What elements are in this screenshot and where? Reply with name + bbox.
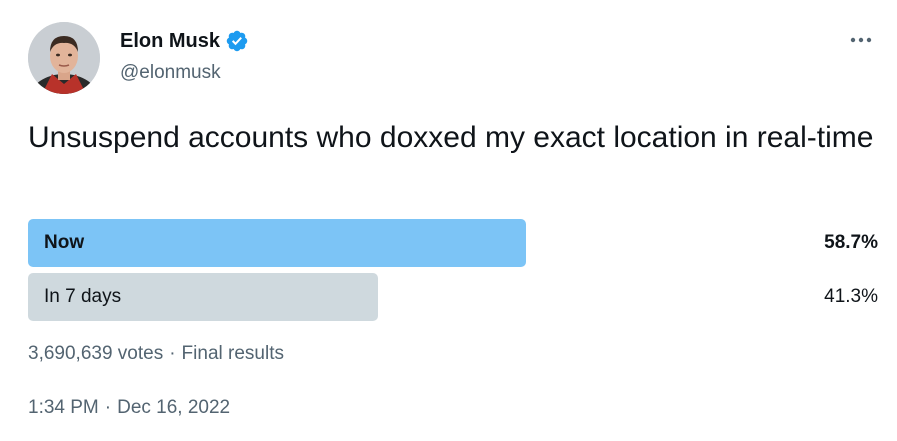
tweet-text: Unsuspend accounts who doxxed my exact l… xyxy=(28,121,874,154)
poll-option-percent: 58.7% xyxy=(824,232,878,253)
more-options-icon[interactable] xyxy=(847,30,875,50)
poll-option-label: Now xyxy=(44,232,85,253)
poll-meta: 3,690,639 votes · Final results xyxy=(28,340,284,368)
poll-option-in-7-days: In 7 days 41.3% xyxy=(28,273,878,321)
poll-votes: 3,690,639 votes xyxy=(28,343,164,364)
timestamp-time: 1:34 PM xyxy=(28,397,99,418)
verified-badge-icon xyxy=(225,29,249,53)
avatar-photo xyxy=(28,22,100,94)
poll-meta-separator: · xyxy=(169,343,176,364)
display-name[interactable]: Elon Musk xyxy=(120,28,220,54)
poll-bar-now xyxy=(28,219,526,267)
poll-status: Final results xyxy=(181,343,284,364)
name-row: Elon Musk xyxy=(120,28,249,54)
poll-option-now: Now 58.7% xyxy=(28,219,878,267)
poll-option-percent: 41.3% xyxy=(824,286,878,307)
timestamp[interactable]: 1:34 PM · Dec 16, 2022 xyxy=(28,394,230,422)
timestamp-separator: · xyxy=(104,397,112,418)
poll-option-label: In 7 days xyxy=(44,286,122,307)
avatar[interactable] xyxy=(28,22,100,94)
tweet-card: Elon Musk @elonmusk Unsuspend accounts w… xyxy=(0,0,897,441)
poll: Now 58.7% In 7 days 41.3% xyxy=(28,219,878,327)
timestamp-date: Dec 16, 2022 xyxy=(117,397,231,418)
author-block: Elon Musk @elonmusk xyxy=(120,28,249,86)
handle[interactable]: @elonmusk xyxy=(120,60,249,86)
